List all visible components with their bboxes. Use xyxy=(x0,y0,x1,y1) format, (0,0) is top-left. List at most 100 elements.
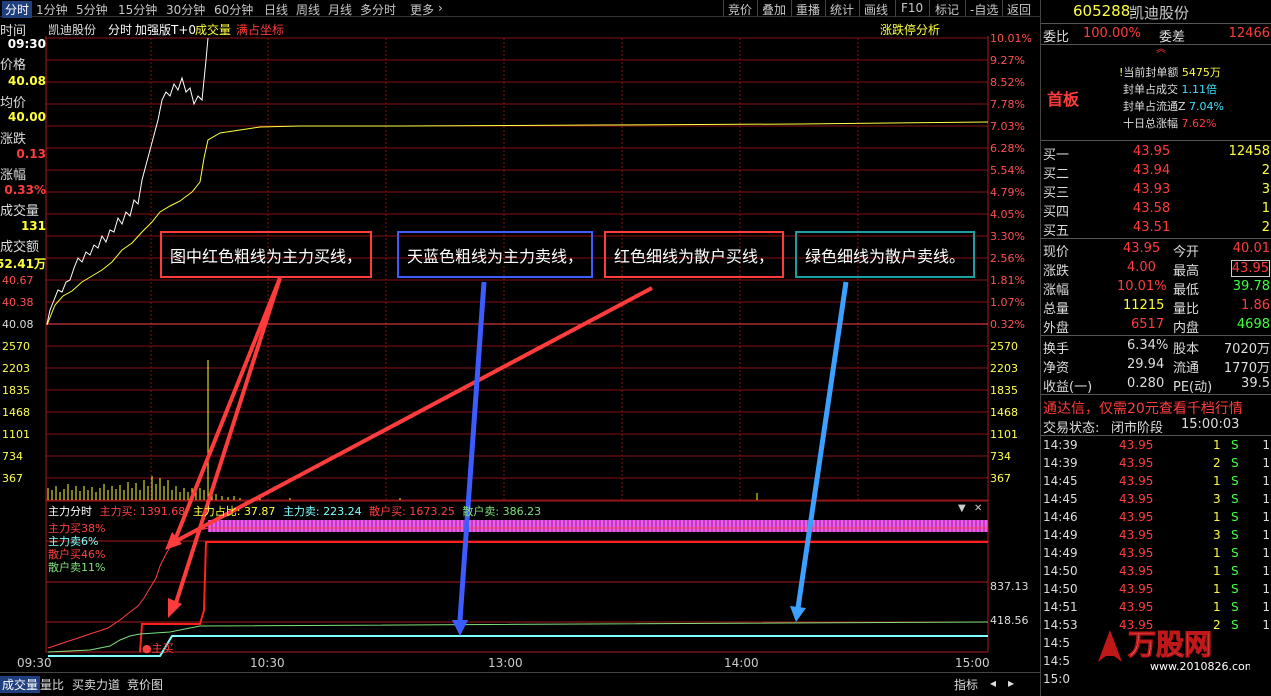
info-label: 价格 xyxy=(0,58,27,73)
stats-label: PE(动) xyxy=(1173,380,1213,395)
main-buy-marker: ●主买 xyxy=(142,642,174,655)
stats-value: 6.34% xyxy=(1127,338,1169,353)
quote-value: 39.78 xyxy=(1232,279,1270,294)
seal-value: 5475万 xyxy=(1181,66,1221,79)
chevron-down-icon[interactable]: ▼ xyxy=(958,503,966,514)
tick-time: 14:53 xyxy=(1043,618,1078,632)
volume-tick: 1468 xyxy=(2,406,30,419)
tick-price: 43.95 xyxy=(1119,528,1154,542)
info-value: 52.41万 xyxy=(0,257,46,271)
upgrade-ad-link[interactable]: 通达信，仅需20元查看千档行情 xyxy=(1041,397,1271,417)
legend-main-sell: 主力卖6% xyxy=(48,535,99,548)
tick-price: 43.95 xyxy=(1119,492,1154,506)
stock-title: 605288 凯迪股份 xyxy=(1041,1,1271,22)
volume-tick: 367 xyxy=(2,472,23,485)
volume-tick: 1101 xyxy=(2,428,30,441)
first-limit-tag: 首板 xyxy=(1047,90,1080,109)
tick-time: 14:39 xyxy=(1043,438,1078,452)
tick-time: 15:0 xyxy=(1043,672,1070,686)
volume-tick: 1101 xyxy=(990,428,1018,441)
tick-count: 1 xyxy=(1262,528,1270,542)
tick-time: 14:50 xyxy=(1043,564,1078,578)
main-sell-label: 主力卖: xyxy=(282,505,320,518)
tick-volume: 1 xyxy=(1213,564,1221,578)
quote-value: 1.86 xyxy=(1241,298,1270,313)
price-tick: 40.38 xyxy=(2,296,34,309)
intraday-chart[interactable] xyxy=(0,0,1040,672)
quote-label: 内盘 xyxy=(1173,321,1200,336)
tick-side: S xyxy=(1231,600,1239,614)
tick-side: S xyxy=(1231,474,1239,488)
seal-label: 十日总涨幅 xyxy=(1123,117,1178,130)
tick-row: 14:49 43.95 1 S 1 xyxy=(1041,545,1271,563)
tick-time: 14:45 xyxy=(1043,474,1078,488)
chevron-up-icon[interactable]: ︽ xyxy=(1156,40,1166,55)
tab-volume-ratio[interactable]: 量比 xyxy=(40,676,64,693)
callout-retail-sell: 绿色细线为散户卖线。 xyxy=(795,231,976,278)
main-ratio-label: 主力占比: xyxy=(192,505,241,518)
chevron-right-icon[interactable]: ▸ xyxy=(1008,676,1014,690)
quote-row: 外盘 6517 内盘 4698 xyxy=(1041,316,1271,336)
stats-label: 换手 xyxy=(1043,342,1070,357)
quote-panel: 605288 凯迪股份 委比 100.00% 委差 12466 ︽ 首板 !当前… xyxy=(1040,0,1271,696)
tick-row: 14:51 43.95 1 S 1 xyxy=(1041,599,1271,617)
tick-row: 14:46 43.95 1 S 1 xyxy=(1041,509,1271,527)
callout-retail-buy: 红色细线为散户买线， xyxy=(604,231,785,278)
pct-tick: 6.28% xyxy=(990,142,1025,155)
seal-info: !当前封单额 5475万 封单占成交 1.11倍 封单占流通Z 7.04% 十日… xyxy=(1119,64,1224,132)
bid-level[interactable]: 买一 43.95 12458 xyxy=(1041,143,1271,163)
bid-label: 买一 xyxy=(1043,148,1070,163)
bid-label: 买三 xyxy=(1043,186,1070,201)
pct-tick: 8.52% xyxy=(990,76,1025,89)
tick-time: 14:5 xyxy=(1043,636,1070,650)
bid-level[interactable]: 买三 43.93 3 xyxy=(1041,181,1271,201)
quote-row: 总量 11215 量比 1.86 xyxy=(1041,297,1271,317)
main-ratio-value: 37.87 xyxy=(243,505,276,518)
tick-price: 43.95 xyxy=(1119,456,1154,470)
indicator-button[interactable]: 指标 xyxy=(954,676,978,693)
volume-tick: 2570 xyxy=(2,340,30,353)
quote-value: 11215 xyxy=(1123,298,1165,313)
bid-level[interactable]: 买二 43.94 2 xyxy=(1041,162,1271,182)
pct-tick: 2.56% xyxy=(990,252,1025,265)
trade-status: 交易状态: 闭市阶段 15:00:03 xyxy=(1041,416,1271,436)
quote-value: 6517 xyxy=(1131,317,1165,332)
info-value: 131 xyxy=(20,219,46,233)
indicator-tick: 418.56 xyxy=(990,614,1029,627)
bid-level[interactable]: 买五 43.51 2 xyxy=(1041,219,1271,239)
status-time: 15:00:03 xyxy=(1181,417,1240,432)
tick-row: 14:50 43.95 1 S 1 xyxy=(1041,581,1271,599)
tab-volume[interactable]: 成交量 xyxy=(0,676,41,693)
tick-row: 14:45 43.95 3 S 1 xyxy=(1041,491,1271,509)
tick-time: 14:46 xyxy=(1043,510,1078,524)
volume-tick: 2203 xyxy=(990,362,1018,375)
bid-price: 43.51 xyxy=(1133,220,1171,235)
tick-count: 1 xyxy=(1262,564,1270,578)
quote-label: 现价 xyxy=(1043,245,1070,260)
tab-auction-chart[interactable]: 竞价图 xyxy=(127,676,163,693)
stats-row: 净资 29.94 流通 1770万 xyxy=(1041,356,1271,376)
time-label: 时间 xyxy=(0,24,27,39)
tick-count: 1 xyxy=(1262,600,1270,614)
seal-label: 当前封单额 xyxy=(1123,66,1179,79)
close-icon[interactable]: ✕ xyxy=(974,503,982,514)
quote-label: 量比 xyxy=(1173,302,1200,317)
tab-buy-sell-force[interactable]: 买卖力道 xyxy=(72,676,120,693)
tick-volume: 3 xyxy=(1213,492,1221,506)
tick-price: 43.95 xyxy=(1119,438,1154,452)
tick-time: 14:50 xyxy=(1043,582,1078,596)
tick-price: 43.95 xyxy=(1119,582,1154,596)
main-force-ratio-band xyxy=(208,520,988,532)
stats-row: 收益(一) 0.280 PE(动) 39.5 xyxy=(1041,375,1271,395)
chevron-left-icon[interactable]: ◂ xyxy=(990,676,996,690)
tick-row: 15:0 xyxy=(1041,671,1271,689)
volume-tick: 734 xyxy=(990,450,1011,463)
bid-level[interactable]: 买四 43.58 1 xyxy=(1041,200,1271,220)
quote-label: 涨幅 xyxy=(1043,283,1070,298)
main-sell-value: 223.24 xyxy=(323,505,362,518)
logo-text: 万股网 xyxy=(1128,628,1212,661)
weicha-value: 12466 xyxy=(1228,26,1270,41)
price-tick: 40.08 xyxy=(2,318,34,331)
info-value: 40.08 xyxy=(8,74,46,88)
bid-price: 43.93 xyxy=(1133,182,1171,197)
